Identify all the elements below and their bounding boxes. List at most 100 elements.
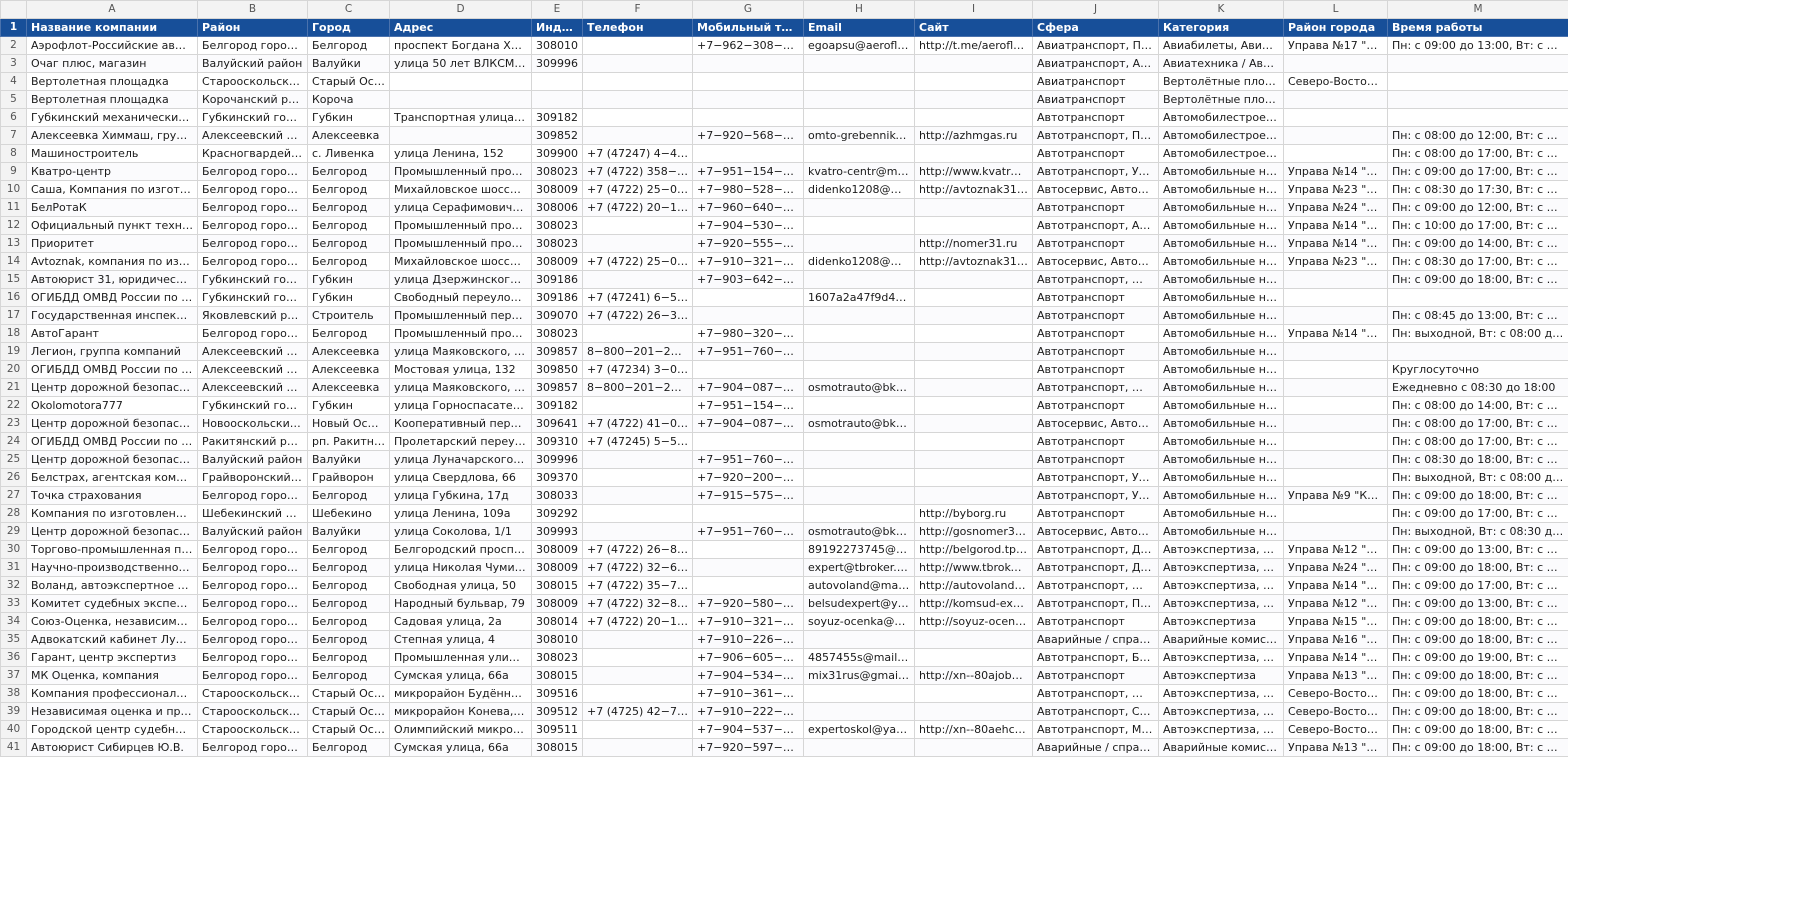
header-cell[interactable]: Город <box>307 18 390 37</box>
row-number[interactable]: 22 <box>0 396 27 415</box>
cell-c[interactable]: Старый Оскол <box>307 720 390 739</box>
cell-k[interactable]: Автомобильные номера, ... <box>1158 378 1284 397</box>
header-cell[interactable]: Телефон <box>582 18 693 37</box>
cell-m[interactable]: Пн: с 09:00 до 18:00, Вт: с 09:00 до 18:… <box>1387 738 1568 757</box>
header-cell[interactable]: Индекс <box>531 18 583 37</box>
cell-e[interactable]: 309511 <box>531 720 583 739</box>
cell-g[interactable]: +7−904−537−80−77 <box>692 720 804 739</box>
header-cell[interactable]: Время работы <box>1387 18 1568 37</box>
cell-i[interactable]: http://byborg.ru <box>914 504 1033 523</box>
cell-g[interactable]: +7−904−534−97−34, +7... <box>692 666 804 685</box>
cell-h[interactable]: mix31rus@gmail.com <box>803 666 915 685</box>
cell-h[interactable]: 89192273745@mail.ru, ... <box>803 540 915 559</box>
cell-j[interactable]: Автотранспорт, Правоохр... <box>1032 594 1159 613</box>
cell-a[interactable]: Центр дорожной безопасности <box>26 450 198 469</box>
header-cell[interactable]: Сайт <box>914 18 1033 37</box>
cell-h[interactable]: didenko1208@mail.ru, i... <box>803 180 915 199</box>
cell-k[interactable]: Автомобильные номера <box>1158 450 1284 469</box>
cell-c[interactable]: Алексеевка <box>307 360 390 379</box>
row-number[interactable]: 34 <box>0 612 27 631</box>
cell-l[interactable]: Управа №9 "Космос" <box>1283 486 1388 505</box>
cell-b[interactable]: Алексеевский район <box>197 342 308 361</box>
cell-b[interactable]: Валуйский район <box>197 522 308 541</box>
cell-i[interactable]: http://nomer31.ru <box>914 234 1033 253</box>
cell-l[interactable] <box>1283 306 1388 325</box>
cell-c[interactable]: Белгород <box>307 198 390 217</box>
cell-l[interactable]: Управа №14 "Мичур... <box>1283 216 1388 235</box>
cell-a[interactable]: Автоюрист Сибирцев Ю.В. <box>26 738 198 757</box>
row-number[interactable]: 18 <box>0 324 27 343</box>
cell-d[interactable] <box>389 90 532 109</box>
cell-l[interactable]: Управа №17 "Аэропо... <box>1283 36 1388 55</box>
cell-c[interactable]: Белгород <box>307 36 390 55</box>
cell-d[interactable]: Кооперативный переулок, 2 <box>389 414 532 433</box>
cell-h[interactable]: soyuz-ocenka@yandex.ru <box>803 612 915 631</box>
cell-m[interactable]: Пн: с 09:00 до 18:00, Вт: с 09:00 до 18:… <box>1387 666 1568 685</box>
cell-b[interactable]: Красногвардейский ра... <box>197 144 308 163</box>
cell-l[interactable]: Управа №23 "Крейда" <box>1283 252 1388 271</box>
cell-d[interactable]: Сумская улица, 66а <box>389 738 532 757</box>
cell-l[interactable] <box>1283 468 1388 487</box>
cell-k[interactable]: Автомобильные номера <box>1158 360 1284 379</box>
select-all-corner[interactable] <box>0 0 27 19</box>
cell-m[interactable]: Пн: с 09:00 до 17:00, Вт: с 09:00 до 17:… <box>1387 576 1568 595</box>
cell-b[interactable]: Алексеевский район <box>197 360 308 379</box>
column-letter-d[interactable]: D <box>389 0 532 19</box>
cell-i[interactable] <box>914 414 1033 433</box>
cell-f[interactable] <box>582 126 693 145</box>
cell-e[interactable]: 309996 <box>531 54 583 73</box>
cell-k[interactable]: Автомобильные номера <box>1158 342 1284 361</box>
cell-f[interactable]: +7 (47241) 6−55−05, +7... <box>582 288 693 307</box>
cell-f[interactable]: +7 (4722) 32−83−53, +7... <box>582 594 693 613</box>
cell-c[interactable]: Губкин <box>307 270 390 289</box>
cell-f[interactable]: +7 (47234) 3−05−40, +7... <box>582 360 693 379</box>
cell-h[interactable] <box>803 450 915 469</box>
cell-b[interactable]: Старооскольский горо... <box>197 72 308 91</box>
cell-d[interactable]: улица Ленина, 152 <box>389 144 532 163</box>
cell-i[interactable] <box>914 144 1033 163</box>
cell-b[interactable]: Белгород городской о... <box>197 180 308 199</box>
cell-c[interactable]: Губкин <box>307 396 390 415</box>
cell-e[interactable]: 308015 <box>531 576 583 595</box>
cell-j[interactable]: Автотранспорт, Услуги стр... <box>1032 486 1159 505</box>
cell-k[interactable]: Автомобильные номера <box>1158 324 1284 343</box>
cell-g[interactable]: +7−910−321−09−02 <box>692 252 804 271</box>
cell-c[interactable]: Валуйки <box>307 54 390 73</box>
cell-l[interactable]: Управа №12 "Центра... <box>1283 540 1388 559</box>
cell-g[interactable]: +7−910−321−41−41 <box>692 612 804 631</box>
cell-d[interactable]: Свободная улица, 50 <box>389 576 532 595</box>
cell-m[interactable]: Пн: с 09:00 до 13:00, Вт: с 09:00 до 13:… <box>1387 594 1568 613</box>
cell-e[interactable]: 308015 <box>531 738 583 757</box>
cell-j[interactable]: Авиатранспорт <box>1032 72 1159 91</box>
cell-d[interactable]: Сумская улица, 66а <box>389 666 532 685</box>
cell-h[interactable] <box>803 108 915 127</box>
cell-e[interactable]: 309370 <box>531 468 583 487</box>
row-number[interactable]: 23 <box>0 414 27 433</box>
cell-g[interactable] <box>692 54 804 73</box>
cell-g[interactable]: +7−903−642−37−76 <box>692 270 804 289</box>
row-number[interactable]: 21 <box>0 378 27 397</box>
cell-a[interactable]: Центр дорожной безопасности <box>26 414 198 433</box>
row-number[interactable]: 25 <box>0 450 27 469</box>
cell-b[interactable]: Белгород городской о... <box>197 558 308 577</box>
cell-h[interactable]: omto-grebennikov@ya... <box>803 126 915 145</box>
cell-l[interactable]: Управа №14 "Мичур... <box>1283 324 1388 343</box>
cell-m[interactable] <box>1387 54 1568 73</box>
cell-l[interactable] <box>1283 126 1388 145</box>
row-number[interactable]: 13 <box>0 234 27 253</box>
column-letter-l[interactable]: L <box>1283 0 1388 19</box>
cell-m[interactable]: Пн: с 09:00 до 13:00, Вт: с 09:00 до 13:… <box>1387 540 1568 559</box>
row-number[interactable]: 36 <box>0 648 27 667</box>
cell-f[interactable]: +7 (47245) 5−55−18, +7... <box>582 432 693 451</box>
cell-b[interactable]: Белгород городской о... <box>197 738 308 757</box>
cell-b[interactable]: Белгород городской о... <box>197 234 308 253</box>
cell-k[interactable]: Автоэкспертиза, Генетик, ... <box>1158 720 1284 739</box>
cell-e[interactable]: 308009 <box>531 558 583 577</box>
cell-m[interactable]: Пн: с 09:00 до 18:00, Вт: с 09:00 до 18:… <box>1387 612 1568 631</box>
cell-b[interactable]: Белгород городской о... <box>197 324 308 343</box>
cell-c[interactable]: Белгород <box>307 576 390 595</box>
cell-i[interactable] <box>914 648 1033 667</box>
cell-h[interactable]: 4857455s@mail.ru <box>803 648 915 667</box>
cell-d[interactable]: Промышленный проезд, 10б <box>389 234 532 253</box>
header-cell[interactable]: Мобильный телефон <box>692 18 804 37</box>
